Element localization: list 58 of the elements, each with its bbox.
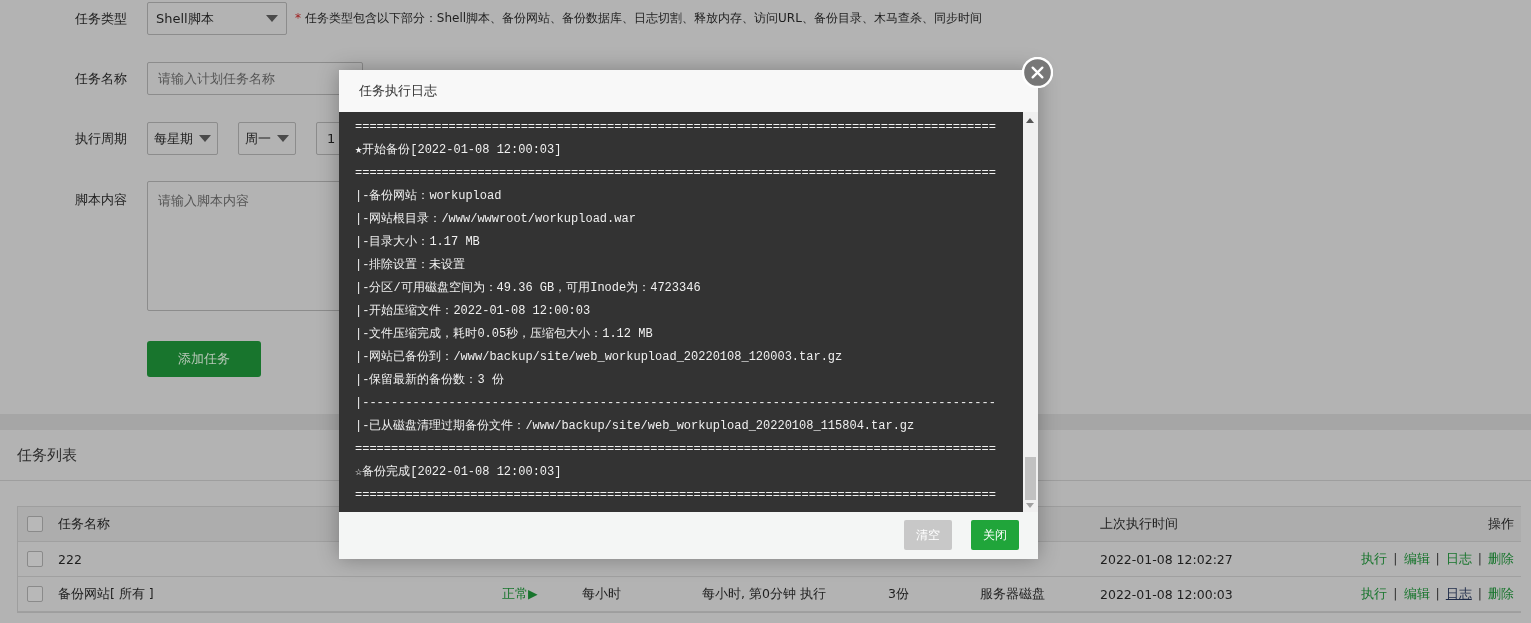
separator-text: | <box>1393 585 1398 603</box>
table-cell: 2022-01-08 12:02:27 <box>1100 551 1233 567</box>
scroll-down-icon[interactable] <box>1026 503 1034 508</box>
table-cell: 222 <box>58 551 82 567</box>
field-label: 执行周期 <box>74 129 128 148</box>
log-line: |-文件压缩完成，耗时0.05秒，压缩包大小：1.12 MB <box>355 326 654 343</box>
status-text[interactable]: 正常▶ <box>502 585 538 603</box>
checkbox[interactable] <box>27 551 43 567</box>
log-line: ========================================================================================= <box>355 487 997 504</box>
log-line: ★开始备份[2022-01-08 12:00:03] <box>355 142 563 159</box>
table-cell: 每小时, 第0分钟 执行 <box>702 585 826 603</box>
action-link[interactable]: 执行 <box>1361 585 1388 603</box>
scrollbar[interactable] <box>1023 112 1038 512</box>
period-select[interactable]: 每星期 <box>147 122 218 155</box>
task-type-select[interactable]: Shell脚本 <box>147 2 287 35</box>
field-label: 脚本内容 <box>74 191 128 209</box>
column-header: 任务名称 <box>58 515 110 533</box>
table-cell: 服务器磁盘 <box>980 585 1045 603</box>
action-link[interactable]: 删除 <box>1488 550 1514 568</box>
close-icon[interactable] <box>1022 57 1053 88</box>
separator-text: | <box>1435 585 1440 603</box>
table-cell: 2022-01-08 12:00:03 <box>1100 586 1233 602</box>
dialog-title: 任务执行日志 <box>339 70 1038 112</box>
log-line: ☆备份完成[2022-01-08 12:00:03] <box>355 464 563 481</box>
period-select[interactable]: 周一 <box>238 122 296 155</box>
column-header: 操作 <box>1488 515 1514 533</box>
scroll-up-icon[interactable] <box>1026 118 1034 123</box>
hint-text: * 任务类型包含以下部分：Shell脚本、备份网站、备份数据库、日志切割、释放内存、访问URL、备份目录、木马查杀、同步时间 <box>295 10 982 27</box>
separator-text: | <box>1477 585 1482 603</box>
action-link[interactable]: 编辑 <box>1403 585 1430 603</box>
log-line: ========================================================================================= <box>355 119 997 136</box>
log-line: ========================================================================================= <box>355 165 997 182</box>
action-link[interactable]: 日志 <box>1445 585 1472 603</box>
table-cell: 3份 <box>888 585 909 603</box>
log-line: |---------------------------------------------------------------------------------------- <box>355 395 997 412</box>
field-label: 任务类型 <box>74 9 128 28</box>
separator-text: | <box>1477 550 1482 568</box>
add-task-button[interactable]: 添加任务 <box>147 340 261 377</box>
separator-text: | <box>1435 550 1440 568</box>
checkbox[interactable] <box>27 586 43 602</box>
action-link[interactable]: 日志 <box>1445 550 1472 568</box>
scrollbar-thumb[interactable] <box>1025 457 1036 500</box>
action-link[interactable]: 编辑 <box>1403 550 1430 568</box>
table-cell: 每小时 <box>582 585 621 603</box>
close-button[interactable]: 关闭 <box>971 520 1019 550</box>
action-link[interactable]: 执行 <box>1361 550 1388 568</box>
action-link[interactable]: 删除 <box>1488 585 1514 603</box>
caret-icon <box>277 135 289 142</box>
separator-text: | <box>1393 550 1398 568</box>
log-line: |-保留最新的备份数：3 份 <box>355 372 505 389</box>
column-header: 上次执行时间 <box>1100 515 1178 533</box>
checkbox[interactable] <box>27 516 43 532</box>
table-cell: 备份网站[ 所有 ] <box>58 585 154 603</box>
log-line: |-网站已备份到：/www/backup/site/web_workupload_20220108_120003.tar.gz <box>355 349 844 366</box>
caret-icon <box>199 135 211 142</box>
field-label: 任务名称 <box>74 69 128 88</box>
caret-icon <box>266 15 278 22</box>
log-line: ========================================================================================= <box>355 441 997 458</box>
